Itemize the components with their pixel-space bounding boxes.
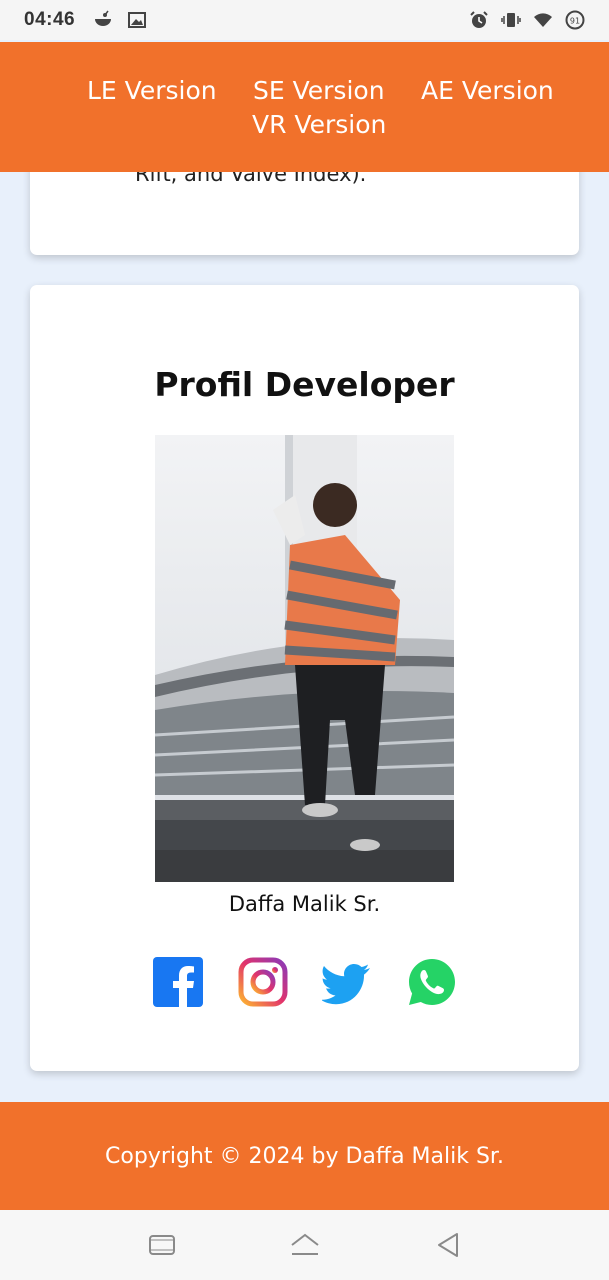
profile-title: Profil Developer	[154, 365, 455, 404]
page-footer: Copyright © 2024 by Daffa Malik Sr.	[0, 1102, 609, 1210]
nav-le-version[interactable]: LE Version	[87, 76, 217, 105]
whatsapp-icon[interactable]	[407, 957, 457, 1007]
system-navigation-bar	[0, 1210, 609, 1280]
vibrate-icon	[501, 10, 521, 30]
nav-se-version[interactable]: SE Version	[253, 76, 385, 105]
main-navbar: LE Version SE Version AE Version VR Vers…	[0, 42, 609, 172]
nav-vr-version[interactable]: VR Version	[252, 110, 386, 139]
status-time: 04:46	[24, 9, 76, 30]
notification-app-icon	[93, 10, 113, 30]
alarm-icon	[469, 10, 489, 30]
status-bar: 04:46 91	[0, 0, 609, 40]
page-content[interactable]: Rift, and Valve Index). Profil Developer	[0, 40, 609, 1210]
twitter-icon[interactable]	[322, 957, 372, 1007]
status-right-icons: 91	[469, 10, 585, 30]
copyright-text: Copyright © 2024 by Daffa Malik Sr.	[105, 1143, 504, 1169]
home-button[interactable]	[288, 1228, 322, 1262]
facebook-icon[interactable]	[153, 957, 203, 1007]
battery-icon: 91	[565, 10, 585, 30]
recents-button[interactable]	[145, 1228, 179, 1262]
profile-card: Profil Developer Daffa Malik Sr.	[30, 285, 579, 1071]
nav-ae-version[interactable]: AE Version	[421, 76, 554, 105]
wifi-icon	[533, 10, 553, 30]
status-left-icons	[93, 10, 147, 30]
gallery-icon	[127, 10, 147, 30]
instagram-icon[interactable]	[238, 957, 288, 1007]
developer-photo	[155, 435, 454, 882]
developer-name: Daffa Malik Sr.	[228, 892, 381, 916]
svg-text:91: 91	[570, 17, 580, 26]
back-button[interactable]	[431, 1228, 465, 1262]
social-links	[153, 957, 457, 1007]
